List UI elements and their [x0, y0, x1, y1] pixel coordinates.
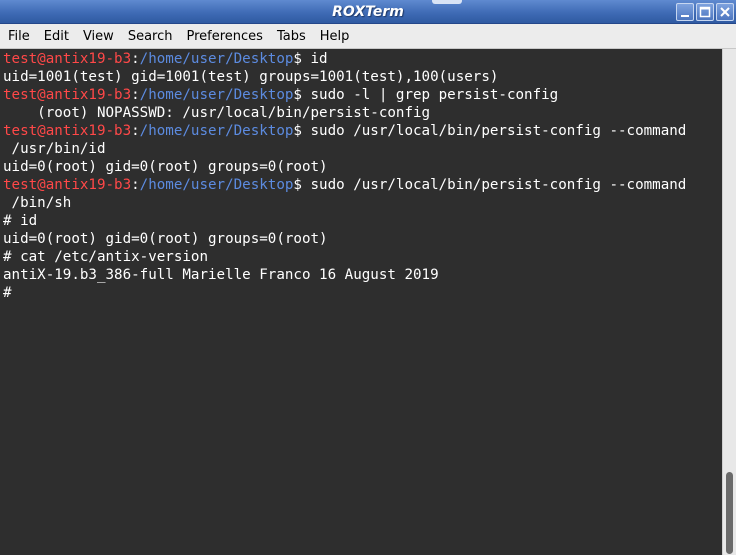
prompt-user-host: test@antix19-b3 — [3, 177, 132, 193]
prompt-user-host: test@antix19-b3 — [3, 123, 132, 139]
terminal-output: test@antix19-b3:/home/user/Desktop$ id ui… — [3, 50, 686, 302]
terminal-prompt-line: test@antix19-b3:/home/user/Desktop$ id — [3, 50, 686, 68]
terminal-output-line: uid=1001(test) gid=1001(test) groups=100… — [3, 69, 499, 85]
scrollbar-thumb[interactable] — [726, 472, 733, 554]
terminal-output-line: uid=0(root) gid=0(root) groups=0(root) — [3, 159, 328, 175]
terminal-output-line: antiX-19.b3_386-full Marielle Franco 16 … — [3, 267, 439, 283]
terminal-output-line: # cat /etc/antix-version — [3, 249, 208, 265]
terminal-output-line: uid=0(root) gid=0(root) groups=0(root) — [3, 231, 328, 247]
terminal-scrollbar[interactable] — [722, 49, 736, 555]
prompt-command: sudo /usr/local/bin/persist-config --com… — [301, 123, 687, 139]
prompt-separator: : — [131, 123, 140, 139]
prompt-command: sudo /usr/local/bin/persist-config --com… — [301, 177, 687, 193]
window-title: ROXTerm — [332, 4, 404, 20]
terminal-prompt-line: test@antix19-b3:/home/user/Desktop$ sudo… — [3, 122, 686, 140]
close-button[interactable] — [716, 3, 734, 21]
terminal-prompt-line: test@antix19-b3:/home/user/Desktop$ sudo… — [3, 176, 686, 194]
close-icon — [720, 7, 730, 17]
prompt-command: sudo -l | grep persist-config — [301, 87, 559, 103]
prompt-separator: : — [131, 51, 140, 67]
terminal-output-line: # id — [3, 213, 38, 229]
terminal-output-line: /bin/sh — [3, 195, 72, 211]
terminal-area[interactable]: test@antix19-b3:/home/user/Desktop$ id ui… — [0, 49, 722, 555]
prompt-separator: : — [131, 177, 140, 193]
prompt-symbol: $ — [293, 87, 302, 103]
prompt-user-host: test@antix19-b3 — [3, 51, 132, 67]
terminal-output-line: (root) NOPASSWD: /usr/local/bin/persist-… — [3, 105, 431, 121]
window-controls — [676, 3, 734, 21]
maximize-icon — [699, 6, 711, 18]
menu-tabs[interactable]: Tabs — [270, 24, 313, 49]
prompt-path: /home/user/Desktop — [139, 123, 294, 139]
prompt-path: /home/user/Desktop — [139, 51, 294, 67]
title-bar[interactable]: ROXTerm — [0, 0, 736, 24]
prompt-path: /home/user/Desktop — [139, 87, 294, 103]
terminal-output-line: /usr/bin/id — [3, 141, 106, 157]
menu-file[interactable]: File — [1, 24, 37, 49]
prompt-symbol: $ — [293, 123, 302, 139]
terminal-output-line: # — [3, 285, 12, 301]
menu-preferences[interactable]: Preferences — [179, 24, 269, 49]
menu-search[interactable]: Search — [121, 24, 180, 49]
minimize-icon — [681, 15, 689, 17]
maximize-button[interactable] — [696, 3, 714, 21]
prompt-path: /home/user/Desktop — [139, 177, 294, 193]
menu-help[interactable]: Help — [313, 24, 357, 49]
prompt-command: id — [301, 51, 328, 67]
prompt-symbol: $ — [293, 51, 302, 67]
menu-bar: File Edit View Search Preferences Tabs H… — [0, 24, 736, 49]
terminal-prompt-line: test@antix19-b3:/home/user/Desktop$ sudo… — [3, 86, 686, 104]
prompt-user-host: test@antix19-b3 — [3, 87, 132, 103]
menu-edit[interactable]: Edit — [37, 24, 76, 49]
prompt-separator: : — [131, 87, 140, 103]
menu-view[interactable]: View — [76, 24, 121, 49]
prompt-symbol: $ — [293, 177, 302, 193]
roxterm-window: ROXTerm File Edit View Search Preference… — [0, 0, 736, 555]
minimize-button[interactable] — [676, 3, 694, 21]
